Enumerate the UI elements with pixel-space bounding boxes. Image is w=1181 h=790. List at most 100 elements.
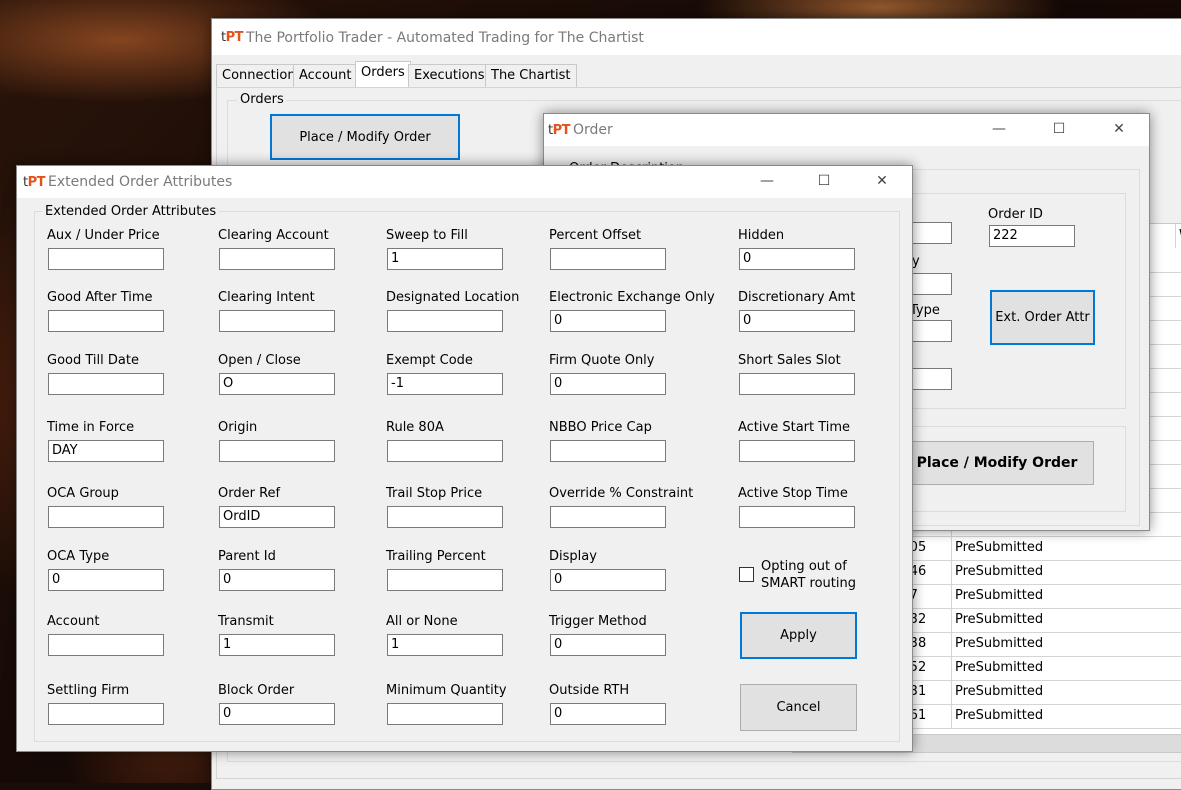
good-after-time-label: Good After Time bbox=[47, 290, 153, 305]
grid-cell-status: PreSubmitted bbox=[951, 608, 1049, 632]
outside-rth-input[interactable]: 0 bbox=[550, 703, 666, 725]
grid-cell-status: PreSubmitted bbox=[951, 656, 1049, 680]
ext-order-attr-button[interactable]: Ext. Order Attr bbox=[990, 290, 1095, 345]
main-titlebar[interactable]: tPT The Portfolio Trader - Automated Tra… bbox=[212, 19, 1181, 55]
opt-out-line-1: Opting out of bbox=[761, 559, 847, 574]
exempt-code-label: Exempt Code bbox=[386, 353, 473, 368]
tab-connection[interactable]: Connection bbox=[216, 64, 302, 88]
ext-titlebar[interactable]: tPT Extended Order Attributes — ☐ ✕ bbox=[17, 166, 912, 198]
all-or-none-label: All or None bbox=[386, 614, 458, 629]
grid-cell-status: PreSubmitted bbox=[951, 632, 1049, 656]
outside-rth-label: Outside RTH bbox=[549, 683, 630, 698]
rule-80a-input[interactable] bbox=[387, 440, 503, 462]
minimum-quantity-label: Minimum Quantity bbox=[386, 683, 507, 698]
transmit-label: Transmit bbox=[218, 614, 274, 629]
oca-type-input[interactable]: 0 bbox=[48, 569, 164, 591]
exempt-code-input[interactable]: -1 bbox=[387, 373, 503, 395]
place-modify-order-button-main[interactable]: Place / Modify Order bbox=[270, 114, 460, 160]
tab-orders[interactable]: Orders bbox=[355, 61, 411, 87]
order-window-title: Order bbox=[573, 122, 613, 138]
short-sales-slot-input[interactable] bbox=[739, 373, 855, 395]
electronic-exchange-only-label: Electronic Exchange Only bbox=[549, 290, 715, 305]
maximize-icon[interactable]: ☐ bbox=[801, 166, 847, 196]
minimize-icon[interactable]: — bbox=[744, 166, 790, 196]
active-start-time-label: Active Start Time bbox=[738, 420, 851, 435]
discretionary-amt-input[interactable]: 0 bbox=[739, 310, 855, 332]
order-id-label: Order ID bbox=[988, 207, 1043, 222]
time-in-force-label: Time in Force bbox=[47, 420, 135, 435]
oca-group-input[interactable] bbox=[48, 506, 164, 528]
order-ref-label: Order Ref bbox=[218, 486, 281, 501]
tpt-logo: tPT bbox=[548, 123, 571, 138]
firm-quote-only-input[interactable]: 0 bbox=[550, 373, 666, 395]
place-modify-order-button[interactable]: Place / Modify Order bbox=[900, 441, 1094, 485]
nbbo-price-cap-input[interactable] bbox=[550, 440, 666, 462]
order-ref-input[interactable]: OrdID bbox=[219, 506, 335, 528]
active-stop-time-input[interactable] bbox=[739, 506, 855, 528]
opt-out-line-2: SMART routing bbox=[761, 576, 856, 591]
trigger-method-input[interactable]: 0 bbox=[550, 634, 666, 656]
tab-executions[interactable]: Executions bbox=[408, 64, 491, 88]
place-modify-order-label: Place / Modify Order bbox=[916, 455, 1078, 471]
good-till-date-input[interactable] bbox=[48, 373, 164, 395]
order-titlebar[interactable]: tPT Order — ☐ ✕ bbox=[544, 114, 1149, 146]
order-id-field[interactable]: 222 bbox=[989, 225, 1075, 247]
trailing-percent-input[interactable] bbox=[387, 569, 503, 591]
minimize-icon[interactable]: — bbox=[976, 114, 1022, 144]
grid-cell-status: PreSubmitted bbox=[951, 704, 1049, 728]
orders-group-label: Orders bbox=[237, 92, 287, 107]
minimum-quantity-input[interactable] bbox=[387, 703, 503, 725]
short-sales-slot-label: Short Sales Slot bbox=[738, 353, 841, 368]
active-stop-time-label: Active Stop Time bbox=[738, 486, 848, 501]
sweep-to-fill-input[interactable]: 1 bbox=[387, 248, 503, 270]
block-order-label: Block Order bbox=[218, 683, 295, 698]
account-input[interactable] bbox=[48, 634, 164, 656]
settling-firm-input[interactable] bbox=[48, 703, 164, 725]
parent-id-input[interactable]: 0 bbox=[219, 569, 335, 591]
settling-firm-label: Settling Firm bbox=[47, 683, 130, 698]
cancel-button[interactable]: Cancel bbox=[740, 684, 857, 731]
override-constraint-label: Override % Constraint bbox=[549, 486, 694, 501]
hidden-label: Hidden bbox=[738, 228, 785, 243]
origin-input[interactable] bbox=[219, 440, 335, 462]
apply-button[interactable]: Apply bbox=[740, 612, 857, 659]
clearing-account-label: Clearing Account bbox=[218, 228, 329, 243]
order-partial-label-1: y bbox=[912, 254, 920, 269]
parent-id-label: Parent Id bbox=[218, 549, 276, 564]
trail-stop-price-input[interactable] bbox=[387, 506, 503, 528]
electronic-exchange-only-input[interactable]: 0 bbox=[550, 310, 666, 332]
time-in-force-input[interactable]: DAY bbox=[48, 440, 164, 462]
all-or-none-input[interactable]: 1 bbox=[387, 634, 503, 656]
active-start-time-input[interactable] bbox=[739, 440, 855, 462]
tab-account[interactable]: Account bbox=[293, 64, 358, 88]
opt-out-smart-routing-checkbox[interactable] bbox=[739, 567, 754, 582]
grid-header-partial: W bbox=[1175, 224, 1181, 248]
block-order-input[interactable]: 0 bbox=[219, 703, 335, 725]
designated-location-label: Designated Location bbox=[386, 290, 520, 305]
ext-window-title: Extended Order Attributes bbox=[48, 174, 233, 190]
maximize-icon[interactable]: ☐ bbox=[1036, 114, 1082, 144]
grid-cell-status: PreSubmitted bbox=[951, 536, 1049, 560]
open-close-input[interactable]: O bbox=[219, 373, 335, 395]
override-constraint-input[interactable] bbox=[550, 506, 666, 528]
display-input[interactable]: 0 bbox=[550, 569, 666, 591]
percent-offset-input[interactable] bbox=[550, 248, 666, 270]
tab-the-chartist[interactable]: The Chartist bbox=[485, 64, 577, 88]
clearing-intent-input[interactable] bbox=[219, 310, 335, 332]
tpt-logo: tPT bbox=[23, 175, 46, 190]
trailing-percent-label: Trailing Percent bbox=[386, 549, 486, 564]
percent-offset-label: Percent Offset bbox=[549, 228, 642, 243]
hidden-input[interactable]: 0 bbox=[739, 248, 855, 270]
close-icon[interactable]: ✕ bbox=[1096, 114, 1142, 144]
good-after-time-input[interactable] bbox=[48, 310, 164, 332]
grid-cell-status: PreSubmitted bbox=[951, 584, 1049, 608]
account-label: Account bbox=[47, 614, 100, 629]
close-icon[interactable]: ✕ bbox=[859, 166, 905, 196]
aux-under-price-input[interactable] bbox=[48, 248, 164, 270]
designated-location-input[interactable] bbox=[387, 310, 503, 332]
rule-80a-label: Rule 80A bbox=[386, 420, 444, 435]
transmit-input[interactable]: 1 bbox=[219, 634, 335, 656]
clearing-account-input[interactable] bbox=[219, 248, 335, 270]
grid-cell-status: PreSubmitted bbox=[951, 560, 1049, 584]
extended-order-attributes-window: tPT Extended Order Attributes — ☐ ✕ Exte… bbox=[16, 165, 913, 752]
